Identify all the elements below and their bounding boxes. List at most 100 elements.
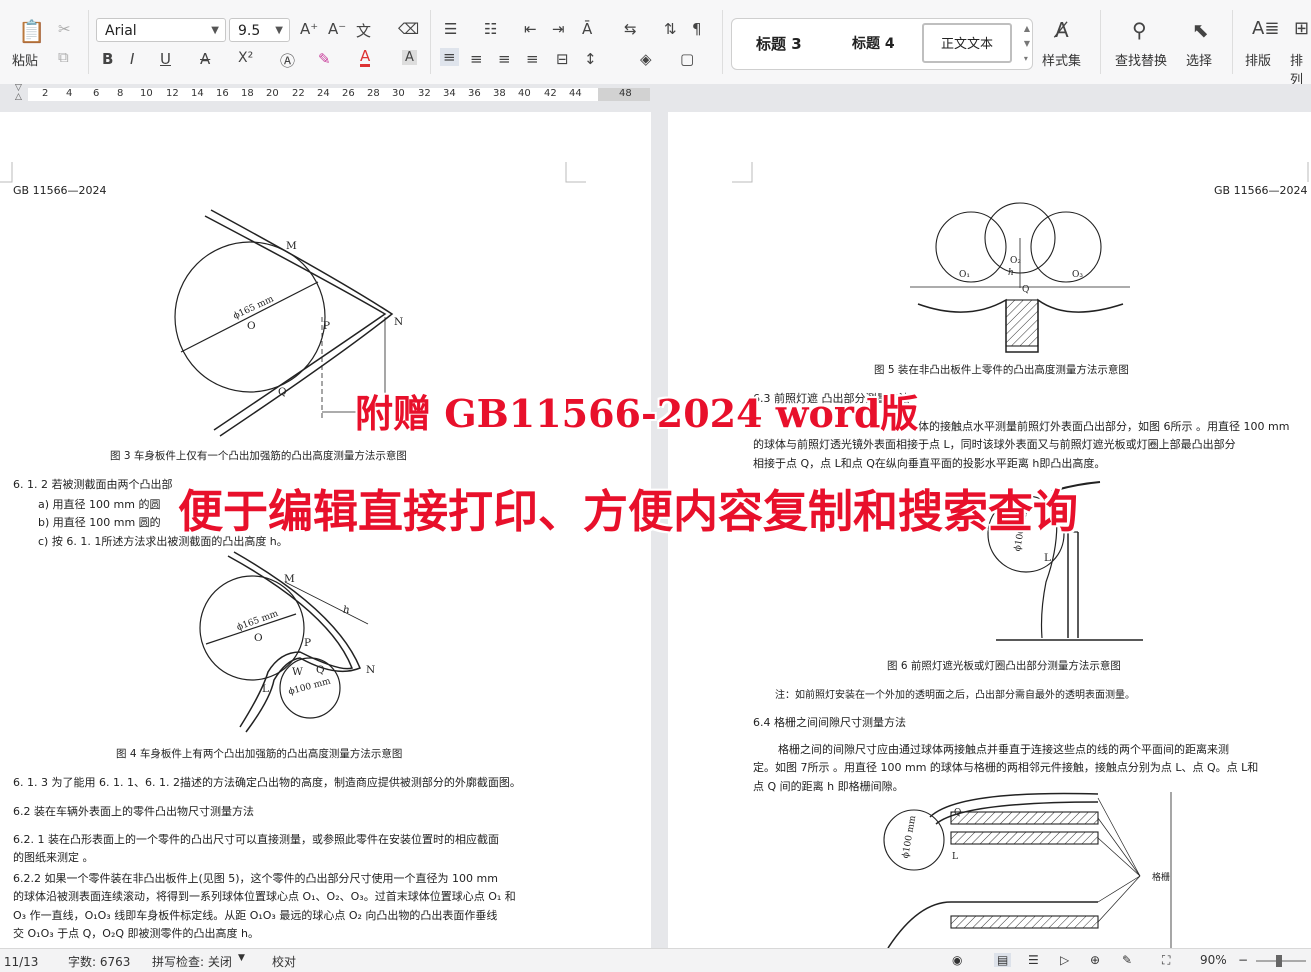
paragraph-6-3-line2: 的球体与前照灯透光镜外表面相接于点 L，同时该球外表面又与前照灯遮光板或灯圈上部… bbox=[753, 438, 1236, 451]
fit-page-icon[interactable]: ⛶ bbox=[1162, 953, 1170, 968]
list-item-b: b) 用直径 100 mm 圆的 bbox=[38, 516, 161, 529]
ruler-tick: 20 bbox=[266, 88, 279, 99]
paragraph-6-3-line3: 相接于点 Q，点 L和点 Q在纵向垂直平面的投影水平距离 h即凸出高度。 bbox=[753, 457, 1106, 470]
phonetic-guide-icon[interactable]: 文 bbox=[356, 20, 371, 41]
fig3-label-q: Q bbox=[278, 386, 287, 398]
distribute-icon[interactable]: ⊟ bbox=[556, 50, 569, 68]
chevron-down-icon[interactable]: ▼ bbox=[238, 953, 245, 963]
superscript-button[interactable]: X² bbox=[238, 50, 253, 66]
bullet-list-icon[interactable]: ☰ bbox=[444, 20, 457, 38]
italic-button[interactable]: I bbox=[130, 50, 134, 68]
zoom-slider-handle[interactable] bbox=[1276, 955, 1282, 967]
line-break-icon[interactable]: ⇆ bbox=[624, 20, 637, 38]
style-set-icon[interactable]: A̸ bbox=[1055, 18, 1069, 42]
text-effect-icon[interactable]: Ⓐ bbox=[280, 50, 295, 71]
paste-button[interactable]: 粘贴 bbox=[12, 50, 38, 69]
highlight-icon[interactable]: ✎ bbox=[318, 50, 331, 68]
bold-button[interactable]: B bbox=[102, 50, 113, 68]
layout-button[interactable]: 排版 bbox=[1245, 50, 1271, 69]
style-heading4[interactable]: 标题 4 bbox=[852, 33, 895, 53]
ruler-tick: 2 bbox=[42, 88, 49, 99]
fig4-label-n: N bbox=[366, 664, 376, 676]
ruler-tick: 14 bbox=[191, 88, 204, 99]
strikethrough-button[interactable]: A bbox=[200, 50, 210, 68]
arrange-icon[interactable]: ⊞ bbox=[1294, 18, 1309, 39]
border-icon[interactable]: ▢ bbox=[680, 50, 694, 68]
style-set-button[interactable]: 样式集 bbox=[1042, 50, 1081, 69]
chevron-down-icon: ▼ bbox=[211, 25, 219, 36]
indent-marker-icon[interactable]: ▽ △ bbox=[15, 84, 22, 102]
char-shading-icon[interactable]: A bbox=[402, 50, 417, 65]
fig3-label-p: P bbox=[323, 320, 331, 332]
align-right-icon[interactable]: ≡ bbox=[498, 50, 511, 68]
ruler-tick: 28 bbox=[367, 88, 380, 99]
heading-6-2: 6.2 装在车辆外表面上的零件凸出物尺寸测量方法 bbox=[13, 805, 254, 818]
select-button[interactable]: 选择 bbox=[1186, 50, 1212, 69]
numbered-list-icon[interactable]: ☷ bbox=[484, 20, 497, 38]
layout-icon[interactable]: A≣ bbox=[1252, 18, 1279, 39]
align-center-icon[interactable]: ≡ bbox=[470, 50, 483, 68]
page-view-icon[interactable]: ▤ bbox=[994, 953, 1012, 967]
font-size-select[interactable]: 9.5 ▼ bbox=[229, 18, 290, 42]
copy-icon[interactable]: ⧉ bbox=[58, 48, 69, 66]
font-name-select[interactable]: Arial ▼ bbox=[96, 18, 226, 42]
spell-check-status[interactable]: 拼写检查: 关闭 bbox=[152, 953, 232, 970]
page-count[interactable]: 页: 11/13 bbox=[0, 953, 38, 970]
play-icon[interactable]: ▷ bbox=[1060, 953, 1069, 967]
zoom-level[interactable]: 90% bbox=[1200, 953, 1227, 967]
justify-icon[interactable]: ≡ bbox=[526, 50, 539, 68]
list-item-a: a) 用直径 100 mm 的圆 bbox=[38, 498, 161, 511]
margin-corner bbox=[0, 162, 13, 183]
fig4-label-q: Q bbox=[316, 664, 325, 676]
paste-icon[interactable]: 📋 bbox=[18, 20, 45, 45]
shading-icon[interactable]: ◈ bbox=[640, 50, 652, 68]
fig4-label-o: O bbox=[254, 632, 263, 644]
ruler-tick: 30 bbox=[392, 88, 405, 99]
clear-format-icon[interactable]: ⌫ bbox=[398, 20, 419, 38]
sort-icon[interactable]: ⇅ bbox=[664, 20, 677, 38]
outline-view-icon[interactable]: ☰ bbox=[1028, 953, 1039, 967]
paragraph-6-2-2-line2: 的球体沿被测表面连续滚动，将得到一系列球体位置球心点 O₁、O₂、O₃。过首末球… bbox=[13, 890, 516, 903]
chevron-down-icon: ▼ bbox=[275, 25, 283, 36]
show-marks-icon[interactable]: ¶ bbox=[692, 20, 702, 38]
font-size-value: 9.5 bbox=[238, 23, 261, 39]
cut-icon[interactable]: ✂ bbox=[58, 20, 71, 38]
fig4-label-m: M bbox=[284, 573, 295, 585]
status-bar: 页: 11/13 字数: 6763 拼写检查: 关闭 ▼ 校对 ◉ ▤ ☰ ▷ … bbox=[0, 948, 1311, 972]
word-count[interactable]: 字数: 6763 bbox=[68, 953, 130, 970]
increase-indent-icon[interactable]: ⇥ bbox=[552, 20, 565, 38]
search-icon[interactable]: ⚲ bbox=[1132, 18, 1147, 42]
toolbar-divider bbox=[722, 10, 723, 74]
web-view-icon[interactable]: ⊕ bbox=[1090, 953, 1100, 967]
grow-font-icon[interactable]: A⁺ bbox=[300, 20, 318, 38]
ruler-tick: 42 bbox=[544, 88, 557, 99]
pen-icon[interactable]: ✎ bbox=[1122, 953, 1132, 967]
align-left-icon[interactable]: ≡ bbox=[440, 48, 459, 66]
ruler-tick: 26 bbox=[342, 88, 355, 99]
shrink-font-icon[interactable]: A⁻ bbox=[328, 20, 346, 38]
find-replace-button[interactable]: 查找替换 bbox=[1115, 50, 1167, 69]
paragraph-6-4-line1: 格栅之间的间隙尺寸应由通过球体两接触点并垂直于连接这些点的线的两个平面间的距离来… bbox=[778, 743, 1229, 756]
proofread-button[interactable]: 校对 bbox=[272, 953, 296, 970]
paragraph-6-4-line3: 点 Q 间的距离 h 即格栅间隙。 bbox=[753, 780, 904, 793]
underline-button[interactable]: U bbox=[160, 50, 171, 68]
margin-corner bbox=[565, 162, 586, 183]
font-color-button[interactable]: A bbox=[360, 48, 371, 67]
zoom-out-icon[interactable]: − bbox=[1238, 953, 1248, 967]
ruler-tick: 22 bbox=[292, 88, 305, 99]
fig4-label-l: L bbox=[262, 683, 269, 695]
styles-scroll[interactable]: ▲ ▼ ▾ bbox=[1024, 21, 1030, 66]
ruler-tick: 6 bbox=[93, 88, 100, 99]
line-spacing-icon[interactable]: ↕ bbox=[584, 50, 597, 68]
eye-icon[interactable]: ◉ bbox=[952, 953, 962, 967]
ruler-tick: 10 bbox=[140, 88, 153, 99]
paragraph-6-2-1-line1: 6.2. 1 装在凸形表面上的一个零件的凸出尺寸可以直接测量，或参照此零件在安装… bbox=[13, 833, 499, 846]
style-heading3[interactable]: 标题 3 bbox=[756, 33, 802, 54]
ruler-tick: 48 bbox=[619, 88, 632, 99]
style-body-text[interactable]: 正文文本 bbox=[922, 23, 1012, 63]
arrange-button[interactable]: 排列 bbox=[1290, 50, 1311, 88]
figure-6-caption: 图 6 前照灯遮光板或灯圈凸出部分测量方法示意图 bbox=[887, 660, 1121, 672]
decrease-indent-icon[interactable]: ⇤ bbox=[524, 20, 537, 38]
text-direction-icon[interactable]: Ā bbox=[582, 20, 592, 38]
select-cursor-icon[interactable]: ⬉ bbox=[1192, 18, 1209, 42]
